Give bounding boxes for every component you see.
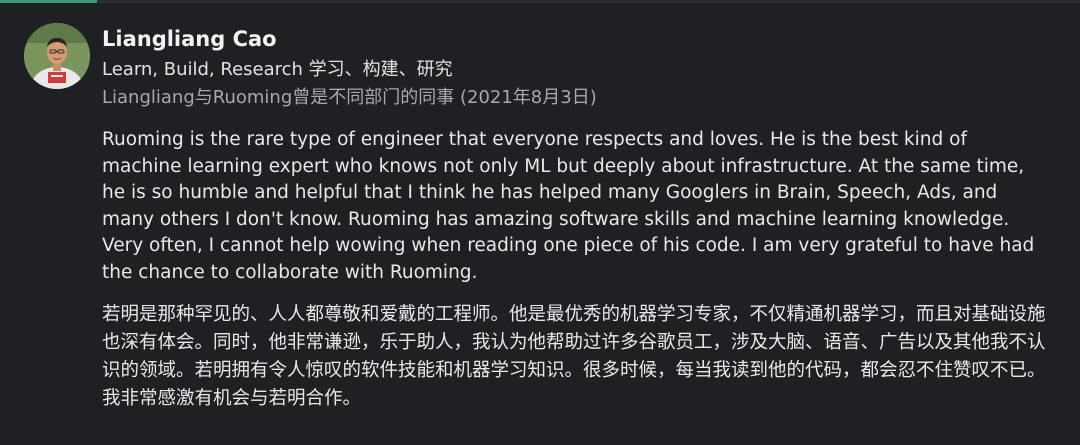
author-headline: Learn, Build, Research 学习、构建、研究 — [102, 59, 453, 80]
relationship-note: Liangliang与Ruoming曾是不同部门的同事 (2021年8月3日) — [102, 87, 597, 108]
recommendation-body: Ruoming is the rare type of engineer tha… — [102, 127, 1052, 413]
recommendation-header: Liangliang Cao Learn, Build, Research 学习… — [102, 25, 1062, 112]
recommendation-text-english: Ruoming is the rare type of engineer tha… — [102, 129, 1035, 283]
recommendation-text-chinese: 若明是那种罕见的、人人都尊敬和爱戴的工程师。他是最优秀的机器学习专家，不仅精通机… — [102, 304, 1046, 409]
author-name[interactable]: Liangliang Cao — [102, 25, 1062, 53]
recommendation-card: Liangliang Cao Learn, Build, Research 学习… — [0, 3, 1080, 445]
profile-photo-icon — [24, 23, 90, 89]
avatar[interactable] — [24, 23, 90, 89]
